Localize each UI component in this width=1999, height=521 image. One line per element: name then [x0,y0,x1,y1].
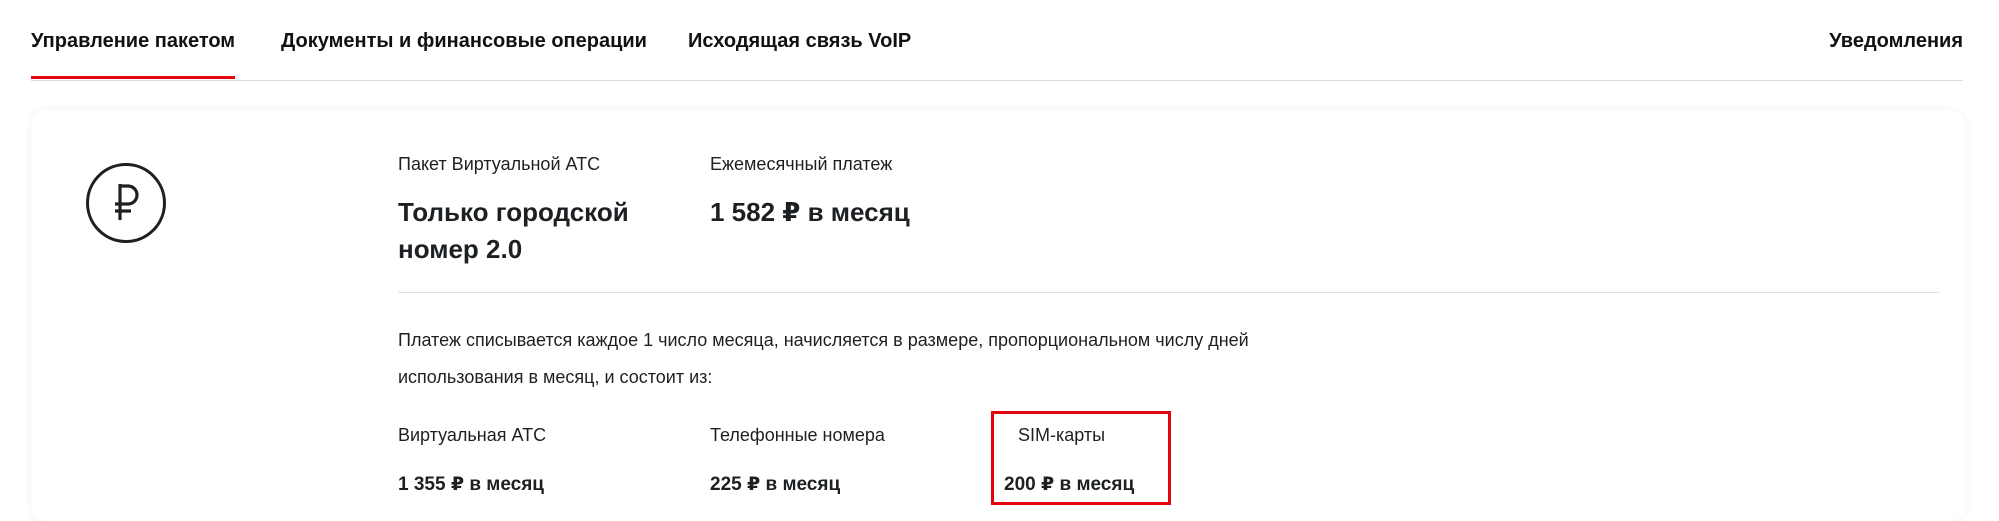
component-sim-cards-value: 200 ₽ в месяц [1004,474,1135,495]
component-vats-value: 1 355 ₽ в месяц [398,474,544,495]
component-sim-cards-label: SIM-карты [1018,425,1106,445]
payment-description: Платеж списывается каждое 1 число месяца… [398,330,1249,387]
component-vats-label: Виртуальная АТС [398,425,547,445]
tab-outgoing-voip[interactable]: Исходящая связь VoIP [688,30,911,53]
package-card: Пакет Виртуальной АТС Только городской н… [31,110,1965,521]
tab-notifications[interactable]: Уведомления [1829,30,1963,53]
ruble-icon [86,163,166,243]
tab-package-management[interactable]: Управление пакетом [31,30,236,79]
ruble-glyph-icon [115,184,139,220]
tab-documents-finance[interactable]: Документы и финансовые операции [281,30,647,53]
package-name-label: Пакет Виртуальной АТС [398,154,601,174]
divider [398,292,1939,293]
package-name-value: Только городской номер 2.0 [398,197,629,264]
monthly-payment-value: 1 582 ₽ в месяц [710,197,910,227]
monthly-payment-label: Ежемесячный платеж [710,154,893,174]
component-phone-numbers-label: Телефонные номера [710,425,885,445]
tabs-bar: Управление пакетом Документы и финансовы… [31,0,1963,81]
component-phone-numbers-value: 225 ₽ в месяц [710,474,841,495]
